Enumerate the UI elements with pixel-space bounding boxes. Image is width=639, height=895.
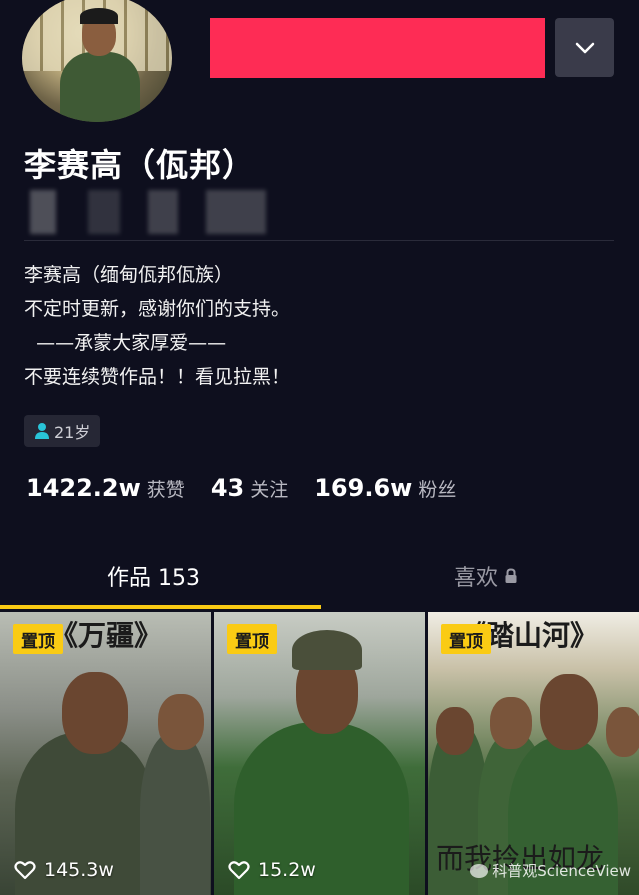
- tab-likes-label: 喜欢: [454, 566, 499, 591]
- like-count-value: 145.3w: [44, 859, 114, 881]
- tab-likes[interactable]: 喜欢: [454, 560, 518, 592]
- stat-label: 关注: [250, 479, 289, 501]
- stats-row: 1422.2w 获赞 43 关注 169.6w 粉丝: [26, 474, 482, 502]
- like-count-value: 15.2w: [258, 859, 316, 881]
- age-tag: 21岁: [24, 415, 101, 447]
- blurred-id: [88, 190, 120, 234]
- thumbnail-hat: [292, 630, 362, 670]
- lock-icon: [505, 568, 517, 583]
- video-grid: 《万疆》 置顶 145.3w 置顶 15.2w 《踏山河》 置顶 而我拎出如龙 …: [0, 612, 639, 895]
- bio: 李赛高（缅甸佤邦佤族） 不定时更新，感谢你们的支持。 ——承蒙大家厚爱—— 不要…: [24, 258, 290, 394]
- more-button[interactable]: [555, 18, 614, 77]
- video-thumbnail[interactable]: 《踏山河》 置顶 而我拎出如龙: [428, 612, 639, 895]
- redacted-name-block: [210, 18, 545, 78]
- thumbnail-face: [540, 674, 598, 750]
- active-tab-indicator: [0, 605, 321, 609]
- thumbnail-figure: [140, 732, 210, 895]
- pinned-badge: 置顶: [13, 624, 63, 654]
- thumbnail-face: [62, 672, 128, 754]
- age-label: 21岁: [54, 423, 91, 442]
- divider: [24, 240, 614, 241]
- pinned-badge: 置顶: [441, 624, 491, 654]
- profile-tabs: 作品 153 喜欢: [0, 550, 639, 610]
- video-banner-text: 《万疆》: [50, 619, 163, 652]
- blurred-id: [148, 190, 178, 234]
- blurred-id: [206, 190, 266, 234]
- stat-number: 1422.2w: [26, 474, 141, 502]
- stat-number: 43: [210, 474, 245, 502]
- person-icon: [35, 423, 49, 439]
- thumbnail-face: [436, 707, 474, 755]
- bio-line: 李赛高（缅甸佤邦佤族）: [24, 264, 234, 286]
- blurred-id: [30, 190, 56, 234]
- wechat-icon: [470, 863, 489, 878]
- bio-line: ——承蒙大家厚爱——: [24, 332, 227, 354]
- video-thumbnail[interactable]: 《万疆》 置顶 145.3w: [0, 612, 211, 895]
- heart-icon: [228, 861, 250, 880]
- like-count: 145.3w: [14, 859, 114, 881]
- video-thumbnail[interactable]: 置顶 15.2w: [214, 612, 425, 895]
- stat-label: 粉丝: [418, 479, 457, 501]
- chevron-down-icon: [575, 42, 594, 53]
- stat-number: 169.6w: [314, 474, 413, 502]
- thumbnail-face: [490, 697, 532, 749]
- watermark-text: 科普观ScienceView: [492, 862, 631, 880]
- thumbnail-face: [606, 707, 639, 757]
- stat-followers[interactable]: 169.6w 粉丝: [314, 474, 456, 502]
- bio-line: 不要连续赞作品！！看见拉黑！: [24, 366, 291, 388]
- heart-icon: [14, 861, 36, 880]
- stat-following[interactable]: 43 关注: [211, 474, 288, 502]
- thumbnail-face: [158, 694, 204, 750]
- tab-works[interactable]: 作品 153: [107, 560, 200, 592]
- stat-label: 获赞: [146, 479, 185, 501]
- stat-likes[interactable]: 1422.2w 获赞: [26, 474, 185, 502]
- nickname: 李赛高（佤邦）: [24, 146, 256, 184]
- avatar-figure-hair: [80, 8, 118, 24]
- watermark: 科普观ScienceView: [470, 860, 631, 881]
- avatar-figure-body: [60, 52, 140, 122]
- avatar[interactable]: [22, 0, 172, 122]
- like-count: 15.2w: [228, 859, 316, 881]
- pinned-badge: 置顶: [227, 624, 277, 654]
- bio-line: 不定时更新，感谢你们的支持。: [24, 298, 291, 320]
